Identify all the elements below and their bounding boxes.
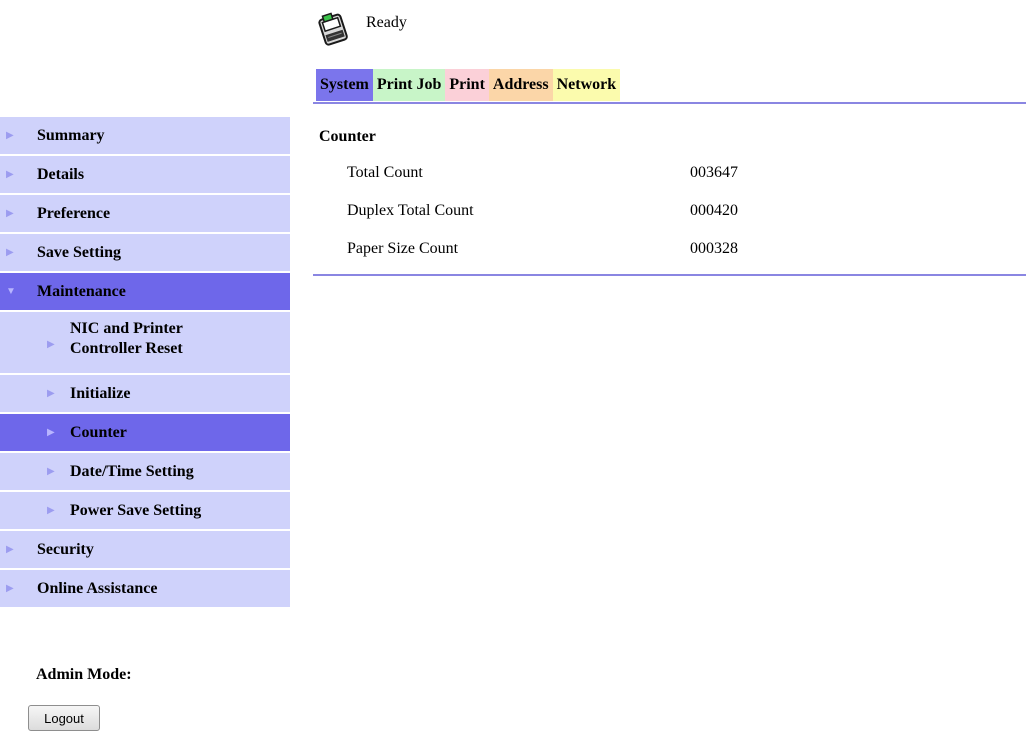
triangle-right-icon: ▶ xyxy=(47,388,55,399)
sidebar-item-label: Online Assistance xyxy=(37,580,158,597)
sidebar-item-label: Maintenance xyxy=(37,283,126,300)
sidebar-subitem-initialize[interactable]: ▶ Initialize xyxy=(0,375,290,414)
sidebar-subitem-power-save-setting[interactable]: ▶ Power Save Setting xyxy=(0,492,290,531)
triangle-right-icon: ▶ xyxy=(47,505,55,516)
sidebar-item-preference[interactable]: ▶ Preference xyxy=(0,195,290,234)
sidebar-item-label: Preference xyxy=(37,205,111,222)
sidebar-subitem-counter[interactable]: ▶ Counter xyxy=(0,414,290,453)
tab-network[interactable]: Network xyxy=(552,69,621,101)
sidebar-item-label: Save Setting xyxy=(37,244,121,261)
tab-address[interactable]: Address xyxy=(488,69,553,101)
sidebar-subitem-label: Date/Time Setting xyxy=(70,463,194,480)
status-text: Ready xyxy=(366,14,407,31)
triangle-right-icon: ▶ xyxy=(6,544,14,555)
sidebar-item-security[interactable]: ▶ Security xyxy=(0,531,290,570)
triangle-right-icon: ▶ xyxy=(6,583,14,594)
counter-value: 000328 xyxy=(690,240,738,257)
tab-system[interactable]: System xyxy=(316,69,373,101)
printer-status: Ready xyxy=(316,10,407,50)
triangle-right-icon: ▶ xyxy=(47,427,55,438)
sidebar-subitem-label: Initialize xyxy=(70,385,131,402)
sidebar-subitem-date-time-setting[interactable]: ▶ Date/Time Setting xyxy=(0,453,290,492)
tab-divider xyxy=(313,102,1026,104)
sidebar-item-maintenance[interactable]: ▼ Maintenance xyxy=(0,273,290,312)
sidebar-item-save-setting[interactable]: ▶ Save Setting xyxy=(0,234,290,273)
page-title: Counter xyxy=(319,128,376,145)
sidebar-subitem-label: NIC and Printer Controller Reset xyxy=(70,319,270,359)
admin-mode-label: Admin Mode: xyxy=(36,666,132,683)
logout-button[interactable]: Logout xyxy=(28,705,100,731)
printer-web-admin-page: Ready System Print Job Print Address Net… xyxy=(0,0,1034,738)
sidebar-subitem-nic-printer-controller-reset[interactable]: ▶ NIC and Printer Controller Reset xyxy=(0,312,290,375)
counter-row-duplex: Duplex Total Count 000420 xyxy=(347,202,807,226)
sidebar-item-online-assistance[interactable]: ▶ Online Assistance xyxy=(0,570,290,609)
label-line: NIC and Printer xyxy=(70,320,183,337)
triangle-right-icon: ▶ xyxy=(6,130,14,141)
sidebar-subitem-label: Counter xyxy=(70,424,127,441)
triangle-right-icon: ▶ xyxy=(47,466,55,477)
sidebar-item-label: Summary xyxy=(37,127,105,144)
printer-ready-icon xyxy=(318,12,348,46)
triangle-right-icon: ▶ xyxy=(6,208,14,219)
counter-label: Total Count xyxy=(347,164,423,181)
content-divider xyxy=(313,274,1026,276)
top-tabs: System Print Job Print Address Network xyxy=(316,69,621,101)
counter-label: Duplex Total Count xyxy=(347,202,474,219)
triangle-right-icon: ▶ xyxy=(6,247,14,258)
counter-label: Paper Size Count xyxy=(347,240,459,257)
triangle-down-icon: ▼ xyxy=(6,286,16,297)
sidebar-subitem-label: Power Save Setting xyxy=(70,502,202,519)
sidebar-item-label: Details xyxy=(37,166,85,183)
sidebar-nav: ▶ Summary ▶ Details ▶ Preference ▶ Save … xyxy=(0,117,290,609)
counter-value: 000420 xyxy=(690,202,738,219)
counter-row-total: Total Count 003647 xyxy=(347,164,807,188)
triangle-right-icon: ▶ xyxy=(6,169,14,180)
counter-value: 003647 xyxy=(690,164,738,181)
tab-print-job[interactable]: Print Job xyxy=(372,69,446,101)
sidebar-item-label: Security xyxy=(37,541,94,558)
tab-print[interactable]: Print xyxy=(445,69,489,101)
sidebar-item-details[interactable]: ▶ Details xyxy=(0,156,290,195)
counter-row-paper-size: Paper Size Count 000328 xyxy=(347,240,807,264)
sidebar-item-summary[interactable]: ▶ Summary xyxy=(0,117,290,156)
label-line: Controller Reset xyxy=(70,340,183,357)
triangle-right-icon: ▶ xyxy=(47,339,55,350)
